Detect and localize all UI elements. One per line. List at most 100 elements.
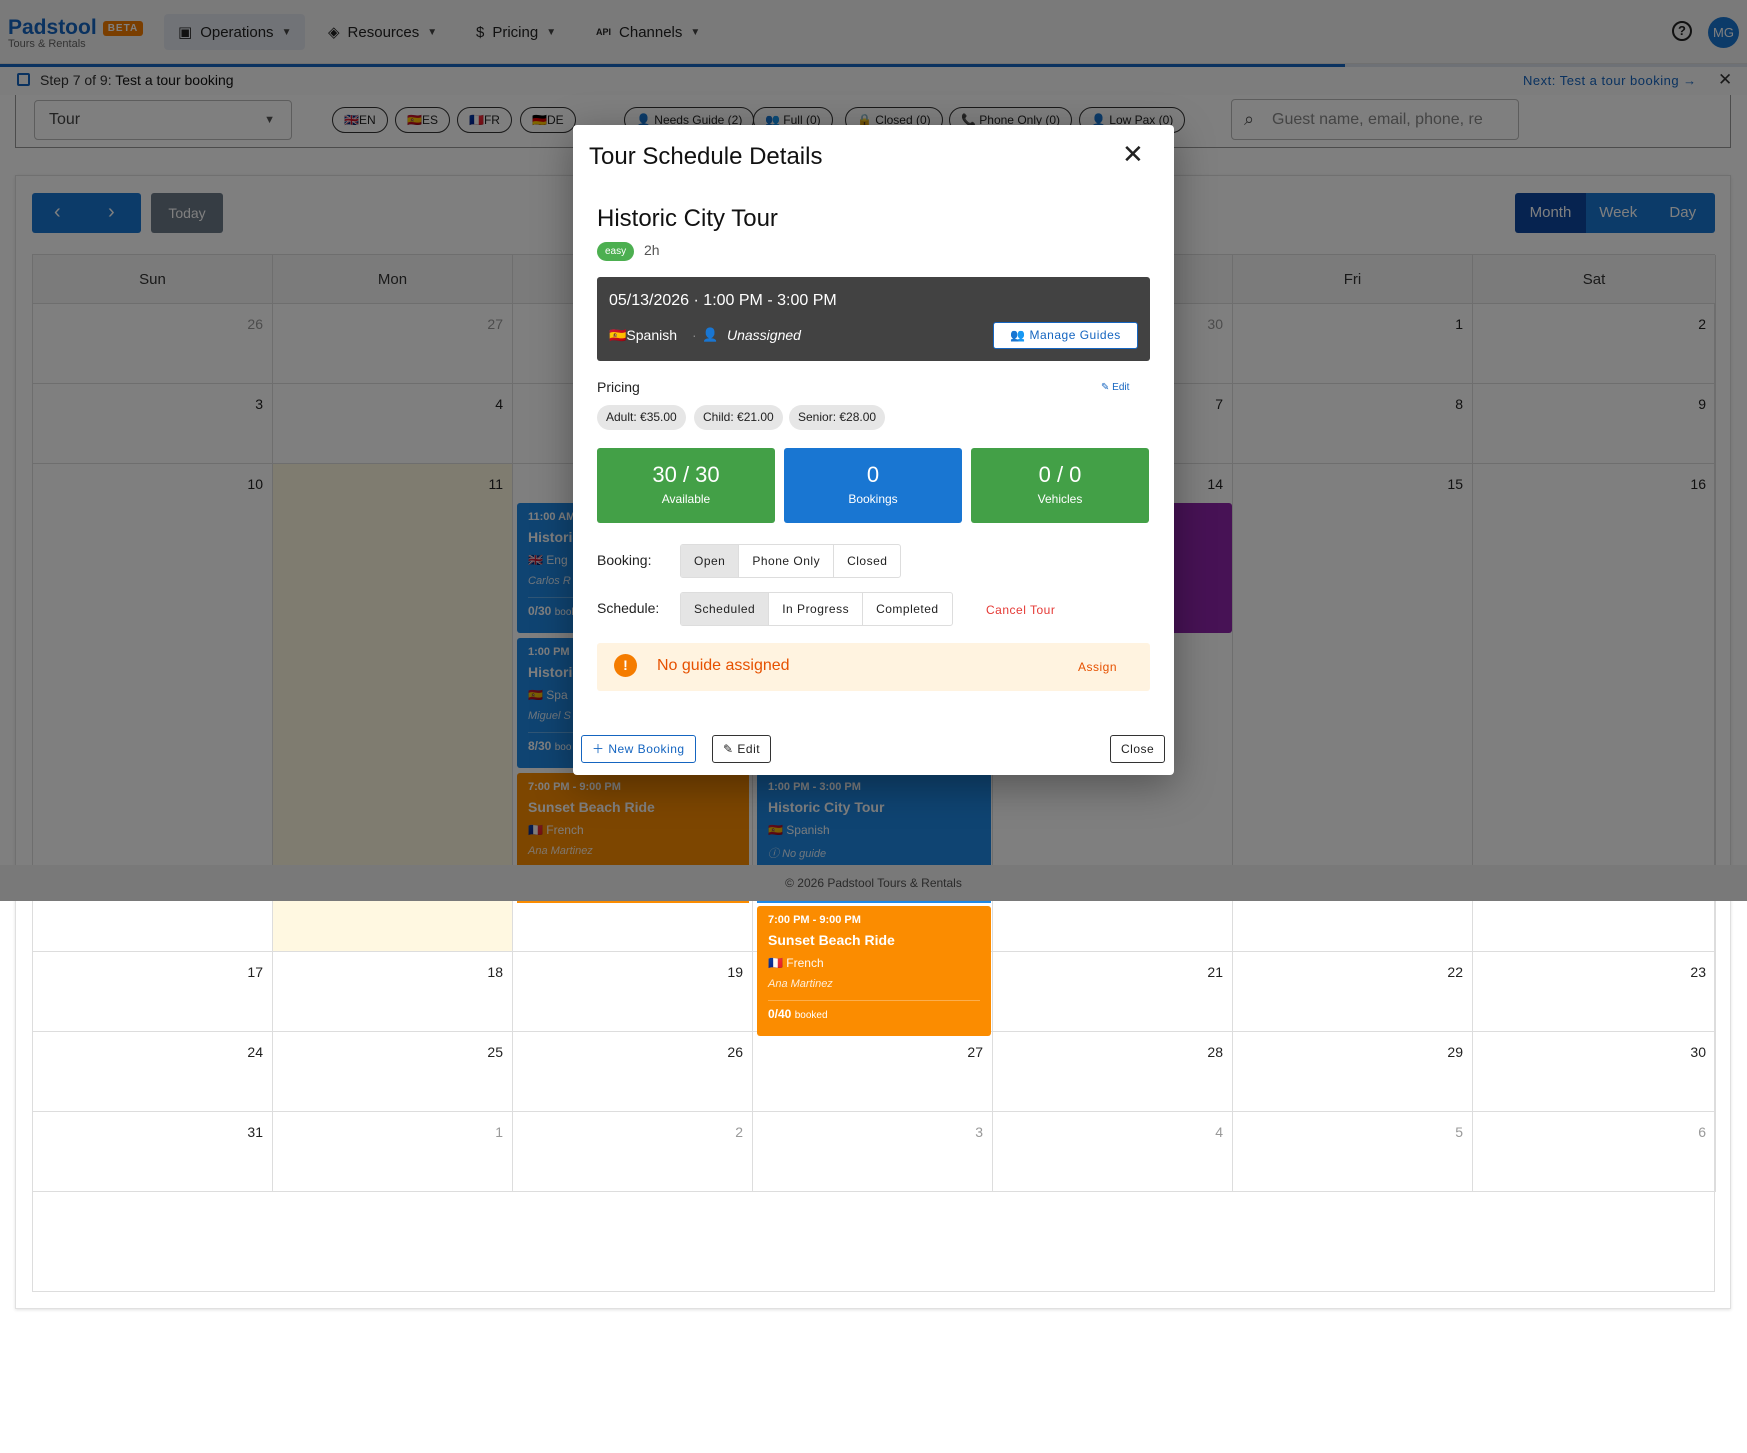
plus-icon: ＋ xyxy=(592,742,609,756)
pricing-edit-button[interactable]: ✎ Edit xyxy=(1101,382,1129,393)
schedule-in-progress-button[interactable]: In Progress xyxy=(769,593,864,625)
day-number: 25 xyxy=(487,1044,503,1060)
event-booked-count: 0/40 booked xyxy=(768,1000,980,1021)
booking-phone-only-button[interactable]: Phone Only xyxy=(739,545,835,577)
no-guide-warning: ! No guide assigned Assign xyxy=(597,643,1150,691)
day-number: 5 xyxy=(1455,1124,1463,1140)
day-number: 4 xyxy=(1215,1124,1223,1140)
stat-value: 30 / 30 xyxy=(652,462,720,487)
page: PadstoolBETA Tours & Rentals ▣ Operation… xyxy=(0,0,1747,1453)
pencil-icon: ✎ xyxy=(723,742,738,756)
difficulty-badge: easy xyxy=(597,242,635,261)
schedule-label: Schedule: xyxy=(597,600,660,616)
calendar-day-cell[interactable]: 5 xyxy=(1233,1112,1473,1192)
event-title: Sunset Beach Ride xyxy=(768,932,895,948)
schedule-toggle: Scheduled In Progress Completed xyxy=(680,592,953,626)
day-number: 3 xyxy=(975,1124,983,1140)
calendar-event[interactable]: 7:00 PM - 9:00 PM Sunset Beach Ride 🇫🇷 F… xyxy=(757,906,991,1036)
day-number: 1 xyxy=(495,1124,503,1140)
stat-available: 30 / 30 Available xyxy=(597,448,775,523)
schedule-guide: Unassigned xyxy=(727,327,801,343)
separator-dot: · xyxy=(692,327,697,343)
schedule-language: 🇪🇸Spanish xyxy=(609,327,678,343)
day-number: 2 xyxy=(735,1124,743,1140)
stat-value: 0 xyxy=(866,462,880,487)
stat-bookings: 0 Bookings xyxy=(784,448,962,523)
warning-icon: ! xyxy=(614,654,637,677)
booking-toggle: Open Phone Only Closed xyxy=(680,544,902,578)
tour-schedule-modal: Tour Schedule Details ✕ Historic City To… xyxy=(573,125,1174,775)
stat-label: Vehicles xyxy=(1037,492,1083,506)
stat-label: Available xyxy=(661,492,711,506)
calendar-day-cell[interactable]: 23 xyxy=(1473,952,1716,1032)
day-number: 21 xyxy=(1207,964,1223,980)
calendar-day-cell[interactable]: 1 xyxy=(273,1112,513,1192)
calendar-day-cell[interactable]: 28 xyxy=(993,1032,1233,1112)
close-button[interactable]: Close xyxy=(1110,735,1166,763)
calendar-day-cell[interactable]: 4 xyxy=(993,1112,1233,1192)
close-icon[interactable]: ✕ xyxy=(1122,139,1144,170)
pricing-label: Pricing xyxy=(597,379,640,395)
day-number: 28 xyxy=(1207,1044,1223,1060)
day-number: 22 xyxy=(1447,964,1463,980)
new-booking-label: New Booking xyxy=(608,742,685,756)
calendar-day-cell[interactable]: 31 xyxy=(33,1112,273,1192)
day-number: 17 xyxy=(247,964,263,980)
schedule-completed-button[interactable]: Completed xyxy=(863,593,952,625)
booking-closed-button[interactable]: Closed xyxy=(834,545,900,577)
calendar-day-cell[interactable]: 17 xyxy=(33,952,273,1032)
modal-title: Tour Schedule Details xyxy=(589,143,823,170)
edit-button[interactable]: ✎ Edit xyxy=(712,735,772,763)
schedule-datetime: 05/13/2026 · 1:00 PM - 3:00 PM xyxy=(609,292,837,309)
cancel-tour-button[interactable]: Cancel Tour xyxy=(986,603,1055,617)
day-number: 27 xyxy=(967,1044,983,1060)
day-number: 19 xyxy=(727,964,743,980)
booking-label: Booking: xyxy=(597,552,652,568)
calendar-day-cell[interactable]: 19 xyxy=(513,952,753,1032)
calendar-day-cell[interactable]: 26 xyxy=(513,1032,753,1112)
pricing-edit-label: Edit xyxy=(1112,382,1130,393)
event-guide: Ana Martinez xyxy=(768,978,833,990)
pencil-icon: ✎ xyxy=(1101,382,1113,393)
schedule-info-panel: 05/13/2026 · 1:00 PM - 3:00 PM 🇪🇸Spanish… xyxy=(597,277,1150,361)
stat-label: Bookings xyxy=(848,492,898,506)
stat-vehicles: 0 / 0 Vehicles xyxy=(971,448,1149,523)
calendar-day-cell[interactable]: 24 xyxy=(33,1032,273,1112)
calendar-day-cell[interactable]: 18 xyxy=(273,952,513,1032)
calendar-day-cell[interactable]: 29 xyxy=(1233,1032,1473,1112)
day-number: 30 xyxy=(1690,1044,1706,1060)
tour-name: Historic City Tour xyxy=(597,205,778,232)
booking-open-button[interactable]: Open xyxy=(681,545,740,577)
day-number: 18 xyxy=(487,964,503,980)
calendar-day-cell[interactable]: 30 xyxy=(1473,1032,1716,1112)
price-chip-adult: Adult: €35.00 xyxy=(597,405,686,430)
day-number: 23 xyxy=(1690,964,1706,980)
event-language: 🇫🇷 French xyxy=(768,956,824,970)
calendar-day-cell[interactable]: 25 xyxy=(273,1032,513,1112)
booked-value: 0/40 xyxy=(768,1007,792,1021)
calendar-day-cell[interactable]: 21 xyxy=(993,952,1233,1032)
warning-message: No guide assigned xyxy=(657,657,790,674)
person-icon: 👤 xyxy=(702,327,719,342)
stat-value: 0 / 0 xyxy=(1038,462,1082,487)
day-number: 29 xyxy=(1447,1044,1463,1060)
edit-label: Edit xyxy=(737,742,761,756)
manage-guides-button[interactable]: 👥 Manage Guides xyxy=(993,322,1138,349)
calendar-day-cell[interactable]: 6 xyxy=(1473,1112,1716,1192)
new-booking-button[interactable]: ＋ New Booking xyxy=(581,735,696,763)
price-chip-senior: Senior: €28.00 xyxy=(789,405,886,430)
day-number: 24 xyxy=(247,1044,263,1060)
day-number: 6 xyxy=(1698,1124,1706,1140)
assign-guide-button[interactable]: Assign xyxy=(1078,660,1117,674)
price-chip-child: Child: €21.00 xyxy=(694,405,783,430)
tour-duration: 2h xyxy=(644,242,660,258)
calendar-day-cell[interactable]: 2 xyxy=(513,1112,753,1192)
calendar-day-cell[interactable]: 3 xyxy=(753,1112,993,1192)
day-number: 26 xyxy=(727,1044,743,1060)
schedule-scheduled-button[interactable]: Scheduled xyxy=(681,593,770,625)
event-time: 7:00 PM - 9:00 PM xyxy=(768,914,861,926)
calendar-day-cell[interactable]: 27 xyxy=(753,1032,993,1112)
group-icon: 👥 xyxy=(1010,328,1030,342)
manage-guides-label: Manage Guides xyxy=(1029,328,1121,342)
calendar-day-cell[interactable]: 22 xyxy=(1233,952,1473,1032)
